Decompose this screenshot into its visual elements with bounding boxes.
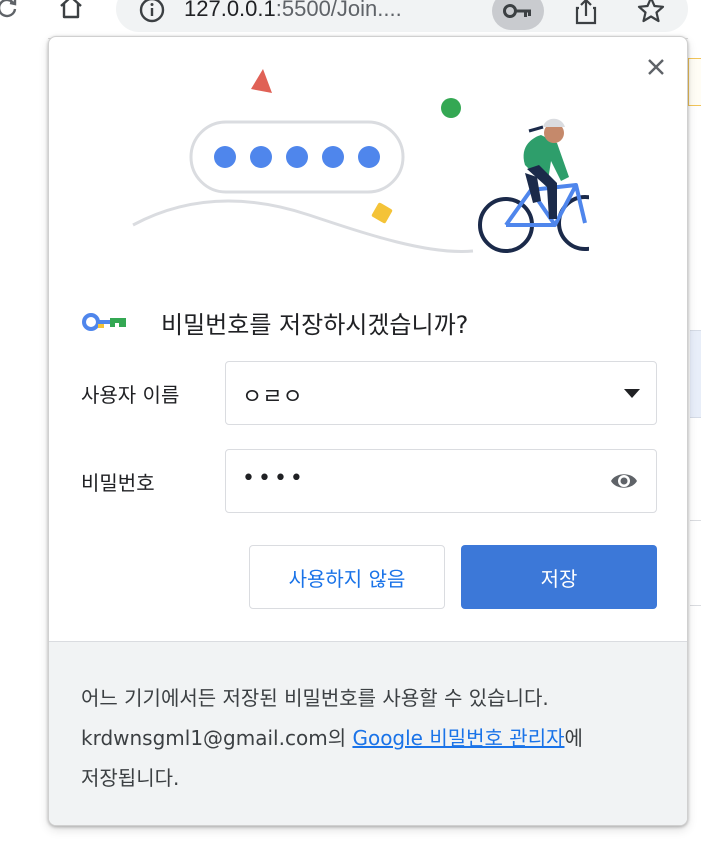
password-dot-2 xyxy=(250,146,272,168)
triangle-shape xyxy=(251,69,272,93)
url-path: :5500/Join.... xyxy=(275,0,402,21)
reload-icon[interactable] xyxy=(0,0,20,20)
password-manager-link[interactable]: Google 비밀번호 관리자 xyxy=(352,726,564,750)
eye-icon[interactable] xyxy=(610,470,638,492)
save-button[interactable]: 저장 xyxy=(461,545,657,609)
password-dot-1 xyxy=(214,146,236,168)
page-divider xyxy=(690,520,701,521)
password-value: •••• xyxy=(242,466,306,491)
footer-line-3: 저장됩니다. xyxy=(81,766,180,790)
green-dot xyxy=(441,98,461,118)
save-password-dialog: 비밀번호를 저장하시겠습니까? 사용자 이름 ㅇㄹㅇ 비밀번호 •••• 사용하… xyxy=(48,36,688,826)
key-icon xyxy=(503,4,531,18)
dialog-footer: 어느 기기에서든 저장된 비밀번호를 사용할 수 있습니다. krdwnsgml… xyxy=(49,641,687,825)
url-text: 127.0.0.1:5500/Join.... xyxy=(184,0,402,22)
home-icon[interactable] xyxy=(56,0,86,21)
password-dot-4 xyxy=(322,146,344,168)
address-bar[interactable]: 127.0.0.1:5500/Join.... xyxy=(116,0,688,32)
footer-connector: 의 xyxy=(327,726,353,750)
page-element-orange xyxy=(688,58,701,106)
browser-toolbar: 127.0.0.1:5500/Join.... xyxy=(0,0,701,39)
yellow-diamond xyxy=(371,202,393,224)
password-field[interactable]: •••• xyxy=(225,449,657,513)
dialog-title: 비밀번호를 저장하시겠습니까? xyxy=(161,311,469,339)
page-background-left xyxy=(0,38,48,856)
username-label: 사용자 이름 xyxy=(81,383,180,407)
footer-line-1: 어느 기기에서든 저장된 비밀번호를 사용할 수 있습니다. xyxy=(81,686,549,710)
close-icon xyxy=(648,59,664,75)
account-email: krdwnsgml1@gmail.com xyxy=(81,726,328,750)
password-illustration xyxy=(132,69,589,253)
info-icon[interactable] xyxy=(138,0,166,24)
page-element-blue xyxy=(690,330,701,418)
share-icon[interactable] xyxy=(572,0,600,26)
password-dot-5 xyxy=(358,146,380,168)
password-dot-3 xyxy=(286,146,308,168)
username-value: ㅇㄹㅇ xyxy=(242,385,303,410)
password-key-icon xyxy=(82,313,126,331)
username-dropdown[interactable]: ㅇㄹㅇ xyxy=(225,361,657,425)
page-divider xyxy=(690,605,701,606)
cyclist-icon xyxy=(478,118,589,253)
password-key-chip[interactable] xyxy=(492,0,544,30)
password-label: 비밀번호 xyxy=(81,471,155,495)
never-button[interactable]: 사용하지 않음 xyxy=(249,545,445,609)
footer-text: 어느 기기에서든 저장된 비밀번호를 사용할 수 있습니다. krdwnsgml… xyxy=(81,678,671,798)
url-host: 127.0.0.1 xyxy=(184,0,276,21)
star-icon[interactable] xyxy=(636,0,666,25)
dropdown-arrow-icon[interactable] xyxy=(624,389,640,398)
close-button[interactable] xyxy=(642,53,670,81)
page-background-right xyxy=(688,38,701,856)
footer-suffix: 에 xyxy=(564,726,583,750)
